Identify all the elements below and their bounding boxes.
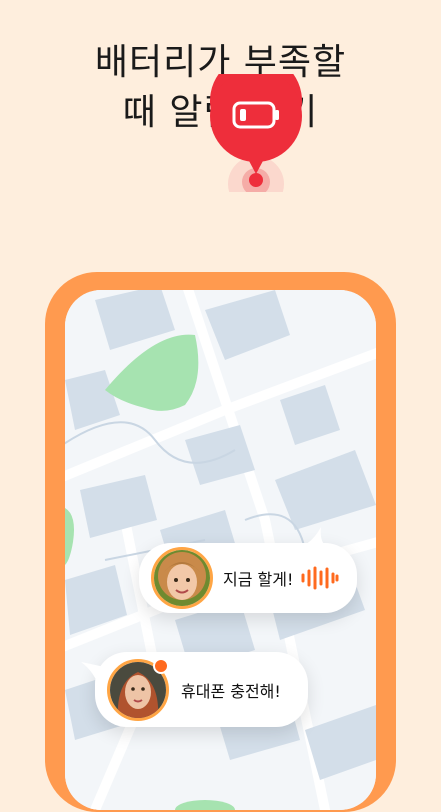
voice-wave-icon <box>301 566 339 590</box>
message-text-reply: 지금 할게! <box>223 570 294 589</box>
avatar-child <box>151 547 213 609</box>
phone-frame <box>45 272 396 812</box>
online-status-dot <box>153 658 169 674</box>
chat-bubble-request: 휴대폰 충전해! <box>81 652 308 727</box>
message-text-request: 휴대폰 충전해! <box>181 681 281 701</box>
low-battery-pin-icon <box>210 74 302 192</box>
chat-bubble-reply: 지금 할게! <box>139 527 357 613</box>
